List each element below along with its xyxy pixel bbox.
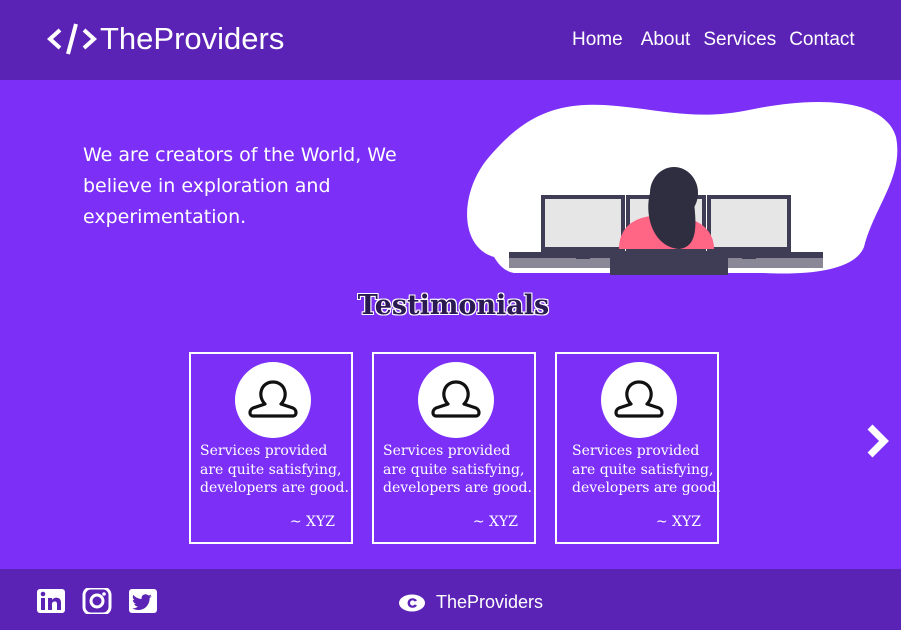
user-avatar-icon (418, 362, 494, 438)
testimonial-quote: Services provided are quite satisfying, … (200, 443, 349, 496)
chevron-right-icon[interactable] (862, 422, 894, 460)
nav-link-services[interactable]: Services (703, 29, 776, 51)
footer: TheProviders (0, 569, 901, 630)
user-avatar-icon (601, 362, 677, 438)
linkedin-icon[interactable] (36, 588, 66, 614)
twitter-icon[interactable] (128, 588, 158, 614)
testimonial-author: ~ XYZ (472, 514, 518, 530)
site-logo[interactable]: TheProviders (46, 20, 284, 58)
nav-menu: Home About Services Contact (572, 29, 855, 51)
testimonial-card: Services provided are quite satisfying, … (372, 352, 536, 544)
testimonial-card: Services provided are quite satisfying, … (189, 352, 353, 544)
hero-illustration (467, 102, 898, 275)
nav-link-home[interactable]: Home (572, 29, 623, 51)
nav-link-about[interactable]: About (641, 29, 691, 51)
code-icon (47, 23, 97, 55)
instagram-icon[interactable] (82, 588, 112, 614)
testimonial-quote: Services provided are quite satisfying, … (572, 443, 721, 496)
footer-brand[interactable]: TheProviders (398, 592, 543, 613)
testimonial-quote: Services provided are quite satisfying, … (383, 443, 532, 496)
user-avatar-icon (235, 362, 311, 438)
testimonial-author: ~ XYZ (289, 514, 335, 530)
navbar: TheProviders Home About Services Contact (0, 0, 901, 80)
testimonial-author: ~ XYZ (655, 514, 701, 530)
copyright-icon (399, 594, 425, 611)
testimonials-heading: Testimonials (357, 290, 550, 321)
hero-tagline: We are creators of the World, We believe… (83, 144, 397, 228)
site-title: TheProviders (100, 21, 285, 56)
footer-brand-name: TheProviders (436, 592, 544, 612)
nav-link-contact[interactable]: Contact (789, 29, 854, 51)
testimonial-card: Services provided are quite satisfying, … (555, 352, 721, 544)
